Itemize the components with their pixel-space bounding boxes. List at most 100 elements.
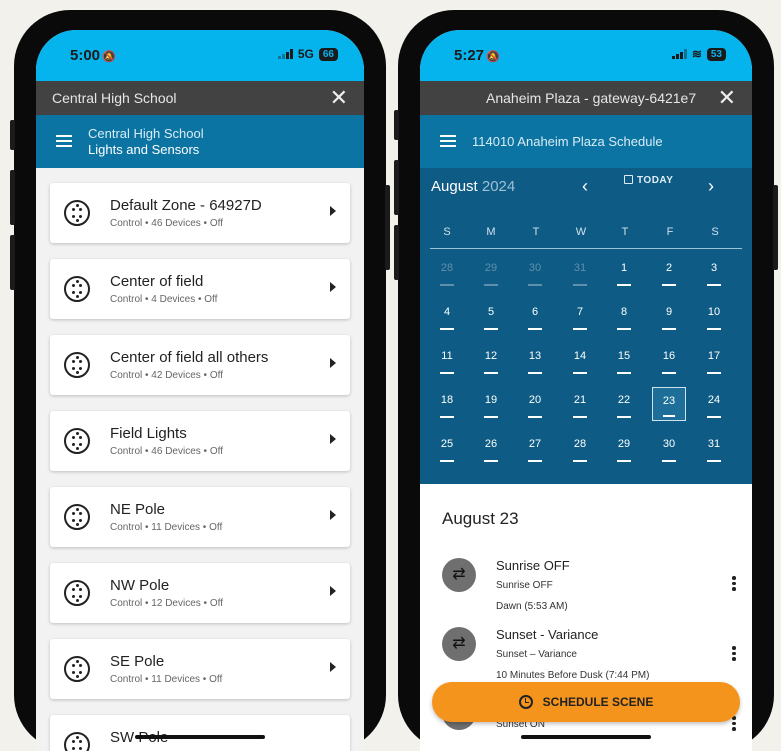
calendar-day-number: 27 bbox=[528, 438, 542, 450]
day-event-marker bbox=[663, 415, 675, 417]
calendar-day[interactable]: 31 bbox=[697, 431, 731, 465]
calendar-day[interactable]: 13 bbox=[518, 343, 552, 377]
zone-item[interactable]: SE Pole Control • 11 Devices • Off bbox=[50, 639, 350, 699]
calendar-day[interactable]: 31 bbox=[563, 255, 597, 289]
chevron-right-icon bbox=[330, 586, 336, 596]
day-event-marker bbox=[573, 284, 587, 286]
calendar-day[interactable]: 1 bbox=[607, 255, 641, 289]
calendar-day[interactable]: 25 bbox=[430, 431, 464, 465]
zone-list: Default Zone - 64927D Control • 46 Devic… bbox=[36, 168, 364, 751]
day-event-marker bbox=[662, 460, 676, 462]
weekday-label: T bbox=[532, 226, 540, 238]
more-vert-icon[interactable] bbox=[732, 576, 736, 593]
zone-icon bbox=[64, 276, 90, 302]
calendar-day-number: 24 bbox=[707, 394, 721, 406]
calendar-day[interactable]: 3 bbox=[697, 255, 731, 289]
zone-icon bbox=[64, 656, 90, 682]
chevron-left-icon[interactable]: ‹ bbox=[582, 176, 588, 197]
calendar-day[interactable]: 27 bbox=[518, 431, 552, 465]
zone-item[interactable]: Center of field Control • 4 Devices • Of… bbox=[50, 259, 350, 319]
calendar-day[interactable]: 22 bbox=[607, 387, 641, 421]
day-event-marker bbox=[707, 328, 721, 330]
chevron-right-icon bbox=[330, 282, 336, 292]
more-vert-icon[interactable] bbox=[732, 646, 736, 663]
day-event-marker bbox=[573, 372, 587, 374]
zone-name: NW Pole bbox=[110, 577, 170, 594]
calendar-day[interactable]: 18 bbox=[430, 387, 464, 421]
network-label: 5G bbox=[297, 47, 314, 61]
calendar-day-number: 18 bbox=[440, 394, 454, 406]
calendar-day[interactable]: 17 bbox=[697, 343, 731, 377]
zone-item[interactable]: NW Pole Control • 12 Devices • Off bbox=[50, 563, 350, 623]
calendar-day[interactable]: 14 bbox=[563, 343, 597, 377]
calendar-day-number: 4 bbox=[443, 306, 451, 318]
side-button bbox=[10, 170, 15, 225]
calendar-day[interactable]: 9 bbox=[652, 299, 686, 333]
weekday-label: W bbox=[575, 226, 587, 238]
zone-name: NE Pole bbox=[110, 501, 166, 518]
calendar-day[interactable]: 23 bbox=[652, 387, 686, 421]
calendar-day[interactable]: 21 bbox=[563, 387, 597, 421]
home-indicator[interactable] bbox=[521, 735, 651, 739]
side-button bbox=[394, 225, 399, 280]
calendar-day[interactable]: 30 bbox=[518, 255, 552, 289]
more-vert-icon[interactable] bbox=[732, 716, 736, 733]
calendar-day-number: 6 bbox=[531, 306, 539, 318]
zone-item[interactable]: Center of field all others Control • 42 … bbox=[50, 335, 350, 395]
zone-item[interactable]: Default Zone - 64927D Control • 46 Devic… bbox=[50, 183, 350, 243]
calendar-day-number: 29 bbox=[484, 262, 498, 274]
calendar-day[interactable]: 28 bbox=[430, 255, 464, 289]
calendar-day[interactable]: 30 bbox=[652, 431, 686, 465]
schedule-scene-button[interactable]: SCHEDULE SCENE bbox=[432, 682, 740, 722]
zone-item[interactable]: NE Pole Control • 11 Devices • Off bbox=[50, 487, 350, 547]
calendar-day[interactable]: 28 bbox=[563, 431, 597, 465]
calendar-day[interactable]: 29 bbox=[474, 255, 508, 289]
zone-icon bbox=[64, 428, 90, 454]
phone-right: 5:27 🔕 ≋ 53 Anaheim Plaza - gateway-6421e… bbox=[394, 10, 778, 751]
day-event-marker bbox=[440, 460, 454, 462]
event-name[interactable]: Sunrise OFF bbox=[496, 558, 570, 573]
close-icon[interactable]: ✕ bbox=[718, 85, 736, 111]
zone-meta: Control • 46 Devices • Off bbox=[110, 446, 223, 457]
calendar-day[interactable]: 12 bbox=[474, 343, 508, 377]
calendar-month: August 2024 bbox=[431, 178, 516, 195]
calendar: August 2024 ‹ TODAY › S M T W T F S 28 29… bbox=[420, 168, 752, 484]
chevron-right-icon bbox=[330, 206, 336, 216]
calendar-day[interactable]: 26 bbox=[474, 431, 508, 465]
menu-icon[interactable] bbox=[440, 135, 456, 147]
day-event-marker bbox=[484, 284, 498, 286]
close-icon[interactable]: ✕ bbox=[330, 85, 348, 111]
day-event-marker bbox=[484, 328, 498, 330]
calendar-day-number: 28 bbox=[440, 262, 454, 274]
calendar-day[interactable]: 5 bbox=[474, 299, 508, 333]
zone-icon bbox=[64, 580, 90, 606]
chevron-right-icon[interactable]: › bbox=[708, 176, 714, 197]
chevron-right-icon bbox=[330, 358, 336, 368]
today-button[interactable]: TODAY bbox=[624, 175, 673, 186]
clock-icon bbox=[518, 695, 533, 709]
day-event-marker bbox=[528, 328, 542, 330]
calendar-day[interactable]: 7 bbox=[563, 299, 597, 333]
calendar-day[interactable]: 6 bbox=[518, 299, 552, 333]
zone-meta: Control • 12 Devices • Off bbox=[110, 598, 223, 609]
calendar-day[interactable]: 29 bbox=[607, 431, 641, 465]
calendar-day[interactable]: 4 bbox=[430, 299, 464, 333]
calendar-day[interactable]: 2 bbox=[652, 255, 686, 289]
calendar-day[interactable]: 11 bbox=[430, 343, 464, 377]
event-name[interactable]: Sunset - Variance bbox=[496, 627, 598, 642]
calendar-day[interactable]: 24 bbox=[697, 387, 731, 421]
calendar-day-number: 29 bbox=[617, 438, 631, 450]
zone-item[interactable]: Field Lights Control • 46 Devices • Off bbox=[50, 411, 350, 471]
calendar-day[interactable]: 10 bbox=[697, 299, 731, 333]
day-event-marker bbox=[662, 284, 676, 286]
calendar-day[interactable]: 16 bbox=[652, 343, 686, 377]
day-event-marker bbox=[617, 328, 631, 330]
calendar-day[interactable]: 8 bbox=[607, 299, 641, 333]
zone-item[interactable]: SW Pole bbox=[50, 715, 350, 751]
menu-icon[interactable] bbox=[56, 135, 72, 147]
home-indicator[interactable] bbox=[135, 735, 265, 739]
day-event-marker bbox=[573, 460, 587, 462]
calendar-day[interactable]: 15 bbox=[607, 343, 641, 377]
calendar-day[interactable]: 20 bbox=[518, 387, 552, 421]
calendar-day[interactable]: 19 bbox=[474, 387, 508, 421]
